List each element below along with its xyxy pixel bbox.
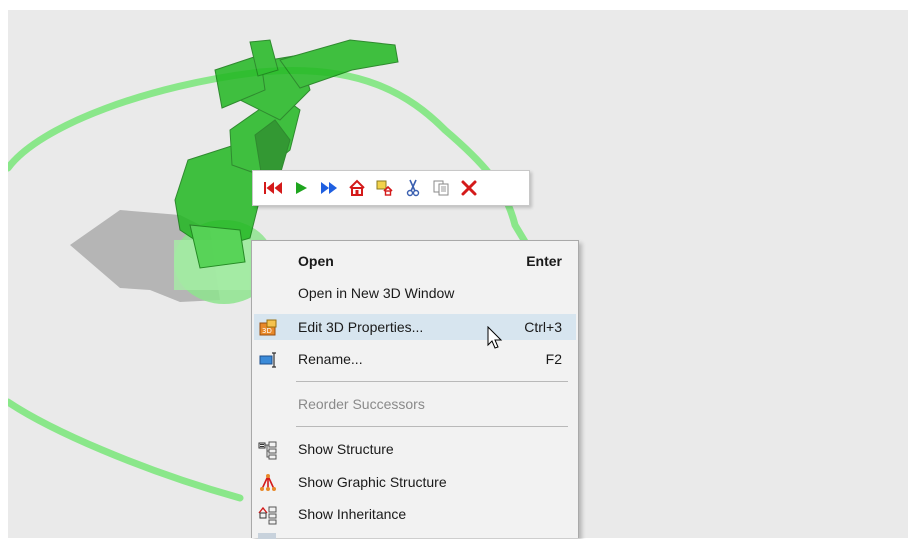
copy-button[interactable] [427,174,455,202]
menu-item-rename[interactable]: Rename... F2 [254,346,576,372]
menu-item-edit-3d-properties[interactable]: 3D Edit 3D Properties... Ctrl+3 [254,314,576,340]
menu-item-reorder-successors: Reorder Successors [254,391,576,417]
set-home-icon [376,180,393,196]
edit-3d-properties-icon: 3D [259,319,277,336]
menu-item-open-in-new-3d-window[interactable]: Open in New 3D Window [254,280,576,306]
svg-text:3D: 3D [262,327,272,335]
mouse-cursor [487,326,503,349]
mini-toolbar [252,170,530,206]
skip-to-start-icon [264,182,282,194]
menu-item-label: Show Graphic Structure [298,474,447,490]
menu-item-label: Reorder Successors [298,396,425,412]
delete-icon [461,180,477,196]
menu-item-open[interactable]: Open Enter [254,248,576,274]
show-inheritance-icon [258,506,277,525]
skip-to-start-button[interactable] [259,174,287,202]
set-home-button[interactable] [371,174,399,202]
cut-button[interactable] [399,174,427,202]
home-button[interactable] [343,174,371,202]
menu-item-shortcut: F2 [545,351,562,367]
menu-item-label: Show Inheritance [298,506,407,522]
show-structure-icon [258,441,277,460]
menu-item-label: Open [298,253,334,269]
menu-item-shortcut: Enter [526,253,562,269]
menu-item-label: Rename... [298,351,363,367]
robot-arm-model[interactable] [174,39,399,269]
play-button[interactable] [287,174,315,202]
menu-item-label: Show Structure [298,441,394,457]
cut-icon [406,179,420,197]
menu-item-show-graphic-structure[interactable]: Show Graphic Structure [254,469,576,495]
menu-item-label: Open in New 3D Window [298,285,455,301]
copy-icon [433,180,449,196]
play-icon [296,182,307,194]
menu-separator [296,426,568,427]
show-graphic-structure-icon [260,474,276,491]
delete-button[interactable] [455,174,483,202]
home-icon [349,179,365,196]
context-menu: Open Enter Open in New 3D Window 3D Edit… [251,240,579,539]
menu-item-partial-icon [258,533,276,539]
fast-forward-icon [321,182,337,194]
menu-item-show-inheritance[interactable]: Show Inheritance [254,501,576,527]
fast-forward-button[interactable] [315,174,343,202]
menu-item-label: Edit 3D Properties... [298,319,424,335]
menu-item-shortcut: Ctrl+3 [524,319,562,335]
menu-separator [296,381,568,382]
rename-icon [259,352,276,368]
menu-item-show-structure[interactable]: Show Structure [254,436,576,462]
